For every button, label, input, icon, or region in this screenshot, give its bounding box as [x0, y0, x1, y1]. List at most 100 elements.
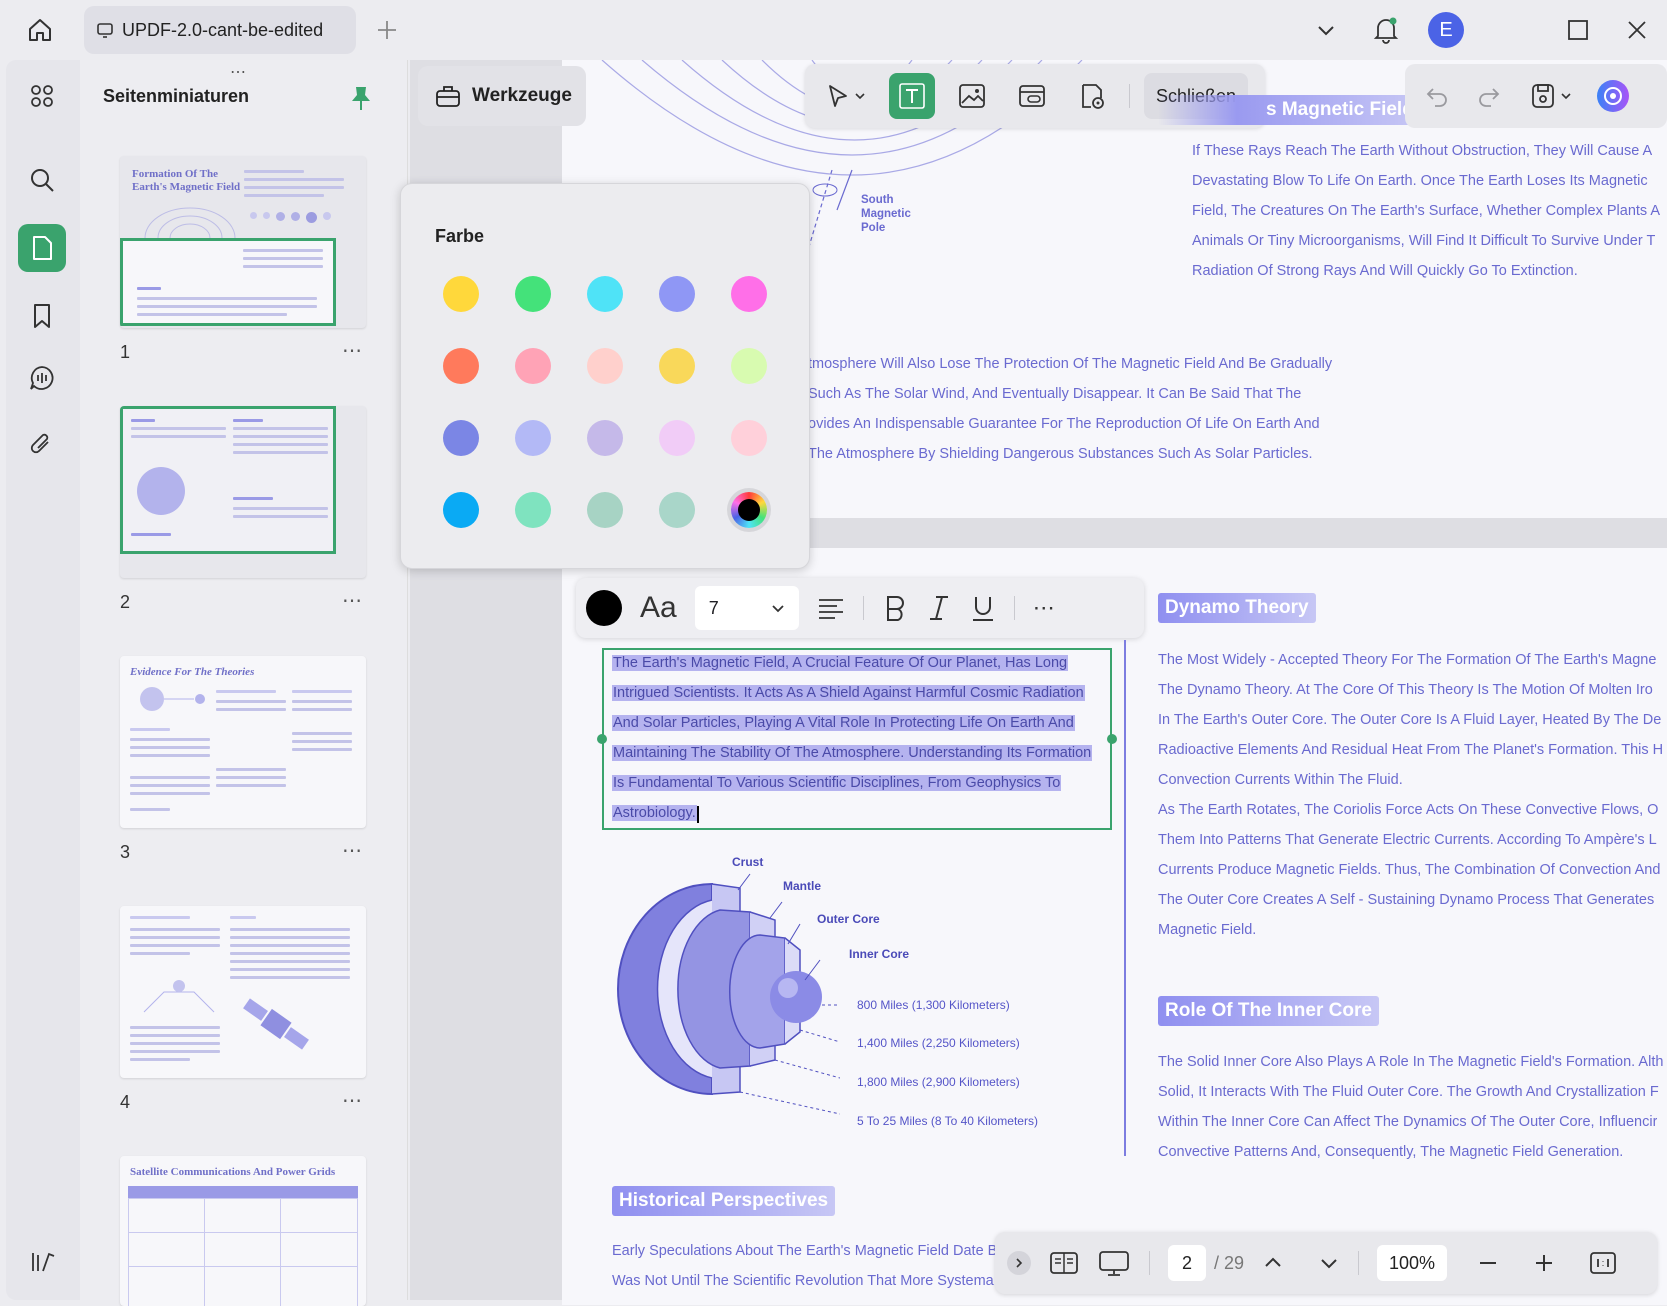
format-divider [862, 596, 864, 620]
thumbnail-heading: Formation Of The Earth's Magnetic Field [132, 168, 241, 194]
page-4-more-icon[interactable]: ⋯ [342, 1088, 363, 1113]
document-tab[interactable]: UPDF-2.0-cant-be-edited [84, 6, 356, 54]
home-icon[interactable] [22, 12, 58, 48]
color-picker-popup: Farbe [400, 183, 810, 569]
color-swatch[interactable] [515, 492, 551, 528]
thumbnails-grid-icon[interactable] [18, 72, 66, 120]
page-1-more-icon[interactable]: ⋯ [342, 338, 363, 363]
text-line: Devastating Blow To Life On Earth. Once … [1192, 173, 1648, 189]
user-avatar[interactable]: E [1428, 12, 1464, 48]
page-3-more-icon[interactable]: ⋯ [342, 838, 363, 863]
text-line: Animals Or Tiny Microorganisms, Will Fin… [1192, 233, 1656, 249]
zoom-out-icon[interactable] [1477, 1252, 1499, 1274]
two-page-view-icon[interactable] [1049, 1250, 1079, 1276]
color-swatch[interactable] [443, 420, 479, 456]
text-line: Such As The Solar Wind, And Eventually D… [808, 386, 1302, 402]
distance-label-4: 5 To 25 Miles (8 To 40 Kilometers) [857, 1114, 1038, 1128]
page-thumbnail-5[interactable]: Satellite Communications And Power Grids [120, 1156, 366, 1306]
column-divider [1124, 640, 1126, 1156]
zoom-in-icon[interactable] [1533, 1252, 1555, 1274]
color-swatch[interactable] [587, 276, 623, 312]
color-swatch[interactable] [659, 348, 695, 384]
panel-resize-handle[interactable]: ⋯ [230, 62, 248, 82]
color-swatch[interactable] [515, 276, 551, 312]
tools-button[interactable]: Werkzeuge [418, 66, 586, 126]
align-left-icon[interactable] [817, 596, 845, 620]
page-thumbnail-3[interactable]: Evidence For The Theories [120, 656, 366, 828]
library-icon[interactable] [18, 1238, 66, 1286]
text-cursor [697, 806, 699, 823]
page-thumbnail-4[interactable] [120, 906, 366, 1078]
undo-icon[interactable] [1419, 78, 1455, 114]
distance-label-2: 1,400 Miles (2,250 Kilometers) [857, 1036, 1020, 1050]
color-picker-title: Farbe [435, 226, 485, 246]
more-options-icon[interactable]: ⋯ [1033, 595, 1055, 621]
notification-bell-icon[interactable] [1368, 12, 1404, 48]
text-line: Intrigued Scientists. It Acts As A Shiel… [612, 685, 1085, 701]
color-swatch[interactable] [515, 348, 551, 384]
comment-icon[interactable] [18, 354, 66, 402]
zoom-level[interactable]: 100% [1377, 1245, 1448, 1281]
page-thumbnail-2[interactable] [120, 406, 366, 578]
color-swatch[interactable] [443, 492, 479, 528]
text-selection-box[interactable] [602, 648, 1112, 830]
color-swatch[interactable] [443, 348, 479, 384]
current-page-input[interactable]: 2 [1168, 1245, 1206, 1281]
color-swatch[interactable] [443, 276, 479, 312]
resize-handle-right[interactable] [1107, 734, 1117, 744]
color-swatch[interactable] [587, 492, 623, 528]
text-tool-icon[interactable] [889, 73, 935, 119]
color-swatch[interactable] [659, 420, 695, 456]
page-thumbnail-1[interactable]: Formation Of The Earth's Magnetic Field [120, 156, 366, 328]
mantle-label: Mantle [783, 879, 822, 893]
pin-icon[interactable] [350, 84, 372, 112]
search-icon[interactable] [18, 156, 66, 204]
text-line: Field, The Creatures On The Earth's Surf… [1192, 203, 1661, 219]
color-swatch[interactable] [731, 276, 767, 312]
bookmark-icon[interactable] [18, 292, 66, 340]
resize-handle-left[interactable] [597, 734, 607, 744]
color-swatch[interactable] [515, 420, 551, 456]
new-tab-plus-icon[interactable] [369, 12, 405, 48]
thumbnails-title: Seitenminiaturen [103, 86, 250, 106]
page-2-more-icon[interactable]: ⋯ [342, 588, 363, 613]
previous-page-icon[interactable] [1262, 1252, 1284, 1274]
color-swatch[interactable] [731, 420, 767, 456]
link-tool-icon[interactable] [1009, 73, 1055, 119]
color-swatch[interactable] [659, 492, 695, 528]
save-icon[interactable] [1523, 78, 1579, 114]
color-swatch[interactable] [587, 348, 623, 384]
close-window-icon[interactable] [1619, 12, 1655, 48]
next-page-icon[interactable] [1318, 1252, 1340, 1274]
text-line: Is Fundamental To Various Scientific Dis… [612, 775, 1062, 791]
page-view-icon[interactable] [18, 224, 66, 272]
watermark-tool-icon[interactable] [1069, 73, 1115, 119]
underline-icon[interactable] [970, 594, 996, 622]
bold-icon[interactable] [882, 594, 908, 622]
toolbar-divider [1129, 84, 1130, 108]
document-tab-icon [96, 21, 114, 39]
earth-layers-diagram [617, 873, 840, 1115]
actual-size-icon[interactable] [1589, 1250, 1617, 1276]
font-family-button[interactable]: Aa [640, 591, 677, 625]
text-line: Maintaining The Stability Of The Atmosph… [612, 745, 1093, 761]
presentation-icon[interactable] [1097, 1249, 1131, 1277]
distance-label-1: 800 Miles (1,300 Kilometers) [857, 998, 1010, 1012]
format-divider [1013, 596, 1015, 620]
attachment-icon[interactable] [18, 420, 66, 468]
select-pointer-icon[interactable] [817, 73, 875, 119]
color-swatch[interactable] [587, 420, 623, 456]
color-swatch[interactable] [731, 348, 767, 384]
text-color-button[interactable] [586, 590, 622, 626]
italic-icon[interactable] [926, 594, 952, 622]
text-line: Was Not Until The Scientific Revolution … [612, 1273, 994, 1289]
chevron-down-icon[interactable] [1308, 12, 1344, 48]
redo-icon[interactable] [1471, 78, 1507, 114]
image-tool-icon[interactable] [949, 73, 995, 119]
collapse-bar-icon[interactable] [1007, 1251, 1031, 1275]
font-size-select[interactable]: 7 [694, 586, 799, 630]
color-swatch[interactable] [659, 276, 695, 312]
custom-color-swatch[interactable] [731, 492, 767, 528]
ai-assistant-icon[interactable] [1595, 78, 1631, 114]
maximize-icon[interactable] [1560, 12, 1596, 48]
